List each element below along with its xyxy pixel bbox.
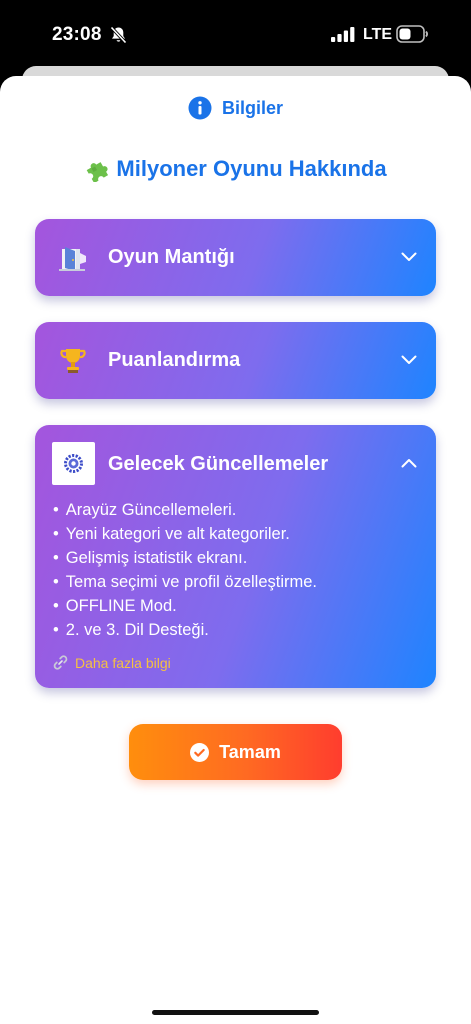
- info-sheet: Bilgiler Milyoner Oyunu Hakkında Oyun Ma…: [0, 76, 471, 1024]
- puzzle-icon: [87, 162, 109, 182]
- update-list: Arayüz Güncellemeleri. Yeni kategori ve …: [53, 498, 317, 642]
- gear-icon: [52, 442, 95, 485]
- page-title-text: Milyoner Oyunu Hakkında: [116, 156, 387, 181]
- signal-icon: [331, 27, 355, 42]
- link-icon: [53, 655, 68, 670]
- chevron-down-icon[interactable]: [401, 252, 417, 262]
- chevron-down-icon[interactable]: [401, 355, 417, 365]
- section-puanlandirma[interactable]: Puanlandırma: [35, 322, 436, 399]
- battery-icon: [396, 25, 428, 43]
- list-item: OFFLINE Mod.: [53, 594, 317, 618]
- home-indicator[interactable]: [152, 1010, 319, 1015]
- ok-button[interactable]: Tamam: [129, 724, 342, 780]
- section-header[interactable]: Puanlandırma: [35, 322, 436, 399]
- sheet-header: Bilgiler: [0, 96, 471, 120]
- chevron-up-icon[interactable]: [401, 458, 417, 468]
- more-info-link[interactable]: Daha fazla bilgi: [52, 654, 171, 671]
- status-bar: 23:08 LTE: [0, 0, 471, 70]
- list-item: Arayüz Güncellemeleri.: [53, 498, 317, 522]
- section-oyun-mantigi[interactable]: Oyun Mantığı: [35, 219, 436, 296]
- info-icon: [188, 96, 212, 120]
- section-gelecek-guncellemeler[interactable]: Gelecek Güncellemeler Arayüz Güncellemel…: [35, 425, 436, 688]
- page-title: Milyoner Oyunu Hakkında: [0, 156, 471, 182]
- bell-slash-icon: [110, 26, 127, 44]
- status-time: 23:08: [52, 24, 102, 45]
- list-item: 2. ve 3. Dil Desteği.: [53, 618, 317, 642]
- header-title: Bilgiler: [221, 97, 283, 118]
- list-item: Yeni kategori ve alt kategoriler.: [53, 522, 317, 546]
- section-title: Oyun Mantığı: [108, 246, 235, 268]
- section-title: Puanlandırma: [108, 349, 241, 371]
- network-label: LTE: [363, 26, 393, 43]
- trophy-icon: [60, 349, 86, 373]
- more-info-label: Daha fazla bilgi: [75, 654, 171, 671]
- section-header[interactable]: Gelecek Güncellemeler: [35, 425, 436, 502]
- check-circle-icon: [190, 742, 210, 762]
- door-icon: [59, 247, 86, 271]
- section-header[interactable]: Oyun Mantığı: [35, 219, 436, 296]
- ok-button-label: Tamam: [219, 741, 281, 762]
- section-title: Gelecek Güncellemeler: [108, 453, 329, 475]
- list-item: Gelişmiş istatistik ekranı.: [53, 546, 317, 570]
- list-item: Tema seçimi ve profil özelleştirme.: [53, 570, 317, 594]
